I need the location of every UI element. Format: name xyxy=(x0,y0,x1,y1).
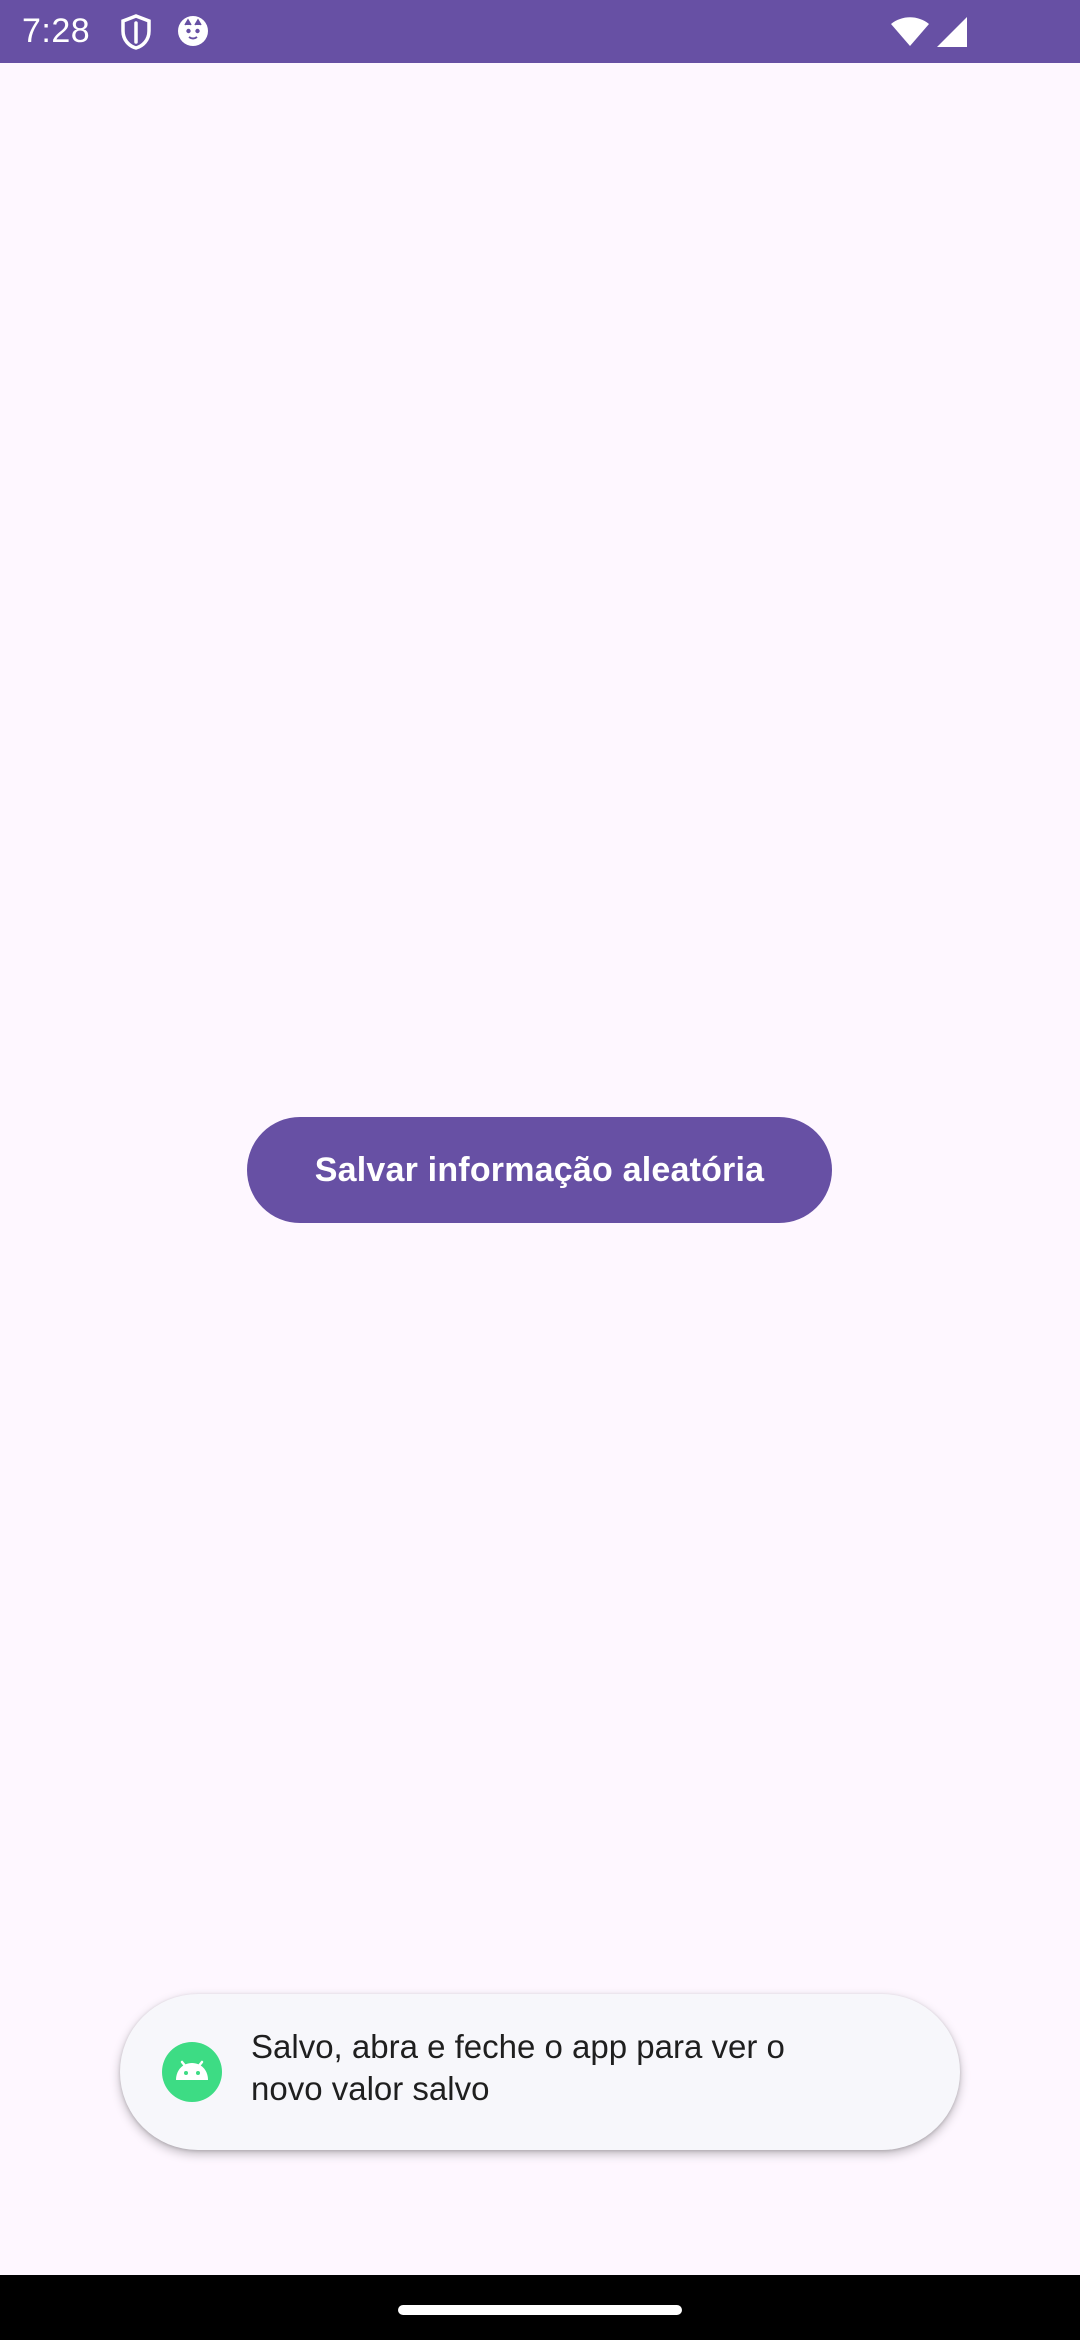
toast-text: Salvo, abra e feche o app para ver o nov… xyxy=(251,2028,785,2107)
cell-signal-icon xyxy=(937,17,967,47)
shield-icon xyxy=(121,14,151,50)
android-icon xyxy=(162,2042,222,2102)
toast-message: Salvo, abra e feche o app para ver o nov… xyxy=(120,1994,960,2150)
save-random-info-button[interactable]: Salvar informação aleatória xyxy=(247,1117,832,1223)
cat-face-icon xyxy=(178,16,208,46)
navigation-bar xyxy=(0,2275,1080,2340)
wifi-icon xyxy=(891,17,929,46)
status-bar: 7:28 xyxy=(0,0,1080,63)
save-random-info-button-label: Salvar informação aleatória xyxy=(314,1150,765,1189)
status-time: 7:28 xyxy=(22,12,91,50)
home-handle[interactable] xyxy=(398,2305,682,2315)
